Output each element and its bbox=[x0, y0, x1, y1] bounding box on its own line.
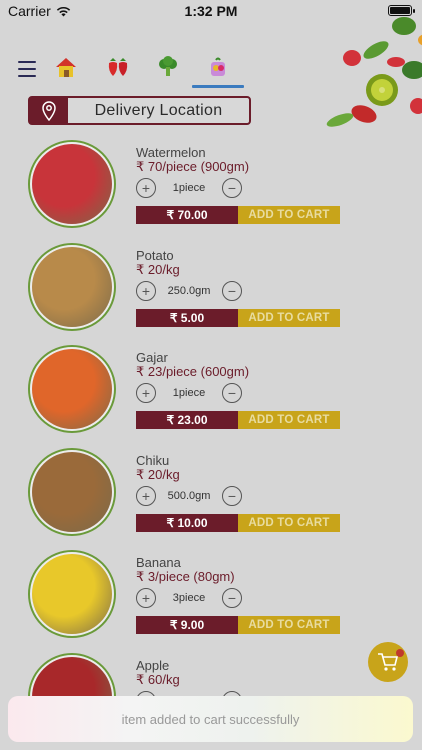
add-to-cart-button[interactable]: ADD TO CART bbox=[238, 616, 340, 634]
increase-qty-button[interactable]: + bbox=[136, 178, 156, 198]
product-image bbox=[28, 448, 116, 536]
product-name: Banana bbox=[136, 555, 181, 570]
product-total: ₹ 10.00 bbox=[136, 514, 238, 532]
product-name: Watermelon bbox=[136, 145, 206, 160]
increase-qty-button[interactable]: + bbox=[136, 486, 156, 506]
product-price: ₹ 23/piece (600gm) bbox=[136, 364, 250, 379]
quantity-stepper: +3piece − bbox=[136, 588, 242, 608]
delivery-location-label: Delivery Location bbox=[94, 101, 223, 119]
quantity-stepper: +500.0gm − bbox=[136, 486, 242, 506]
quantity-stepper: +250.0gm − bbox=[136, 281, 242, 301]
location-pin-icon bbox=[30, 98, 68, 123]
menu-icon[interactable] bbox=[18, 61, 36, 77]
home-icon bbox=[56, 58, 76, 77]
increase-qty-button[interactable]: + bbox=[136, 588, 156, 608]
decrease-qty-button[interactable]: − bbox=[222, 588, 242, 608]
decrease-qty-button[interactable]: − bbox=[222, 281, 242, 301]
add-to-cart-button[interactable]: ADD TO CART bbox=[238, 411, 340, 429]
quantity-stepper: +1piece − bbox=[136, 383, 242, 403]
product-price: ₹ 20/kg bbox=[136, 262, 180, 277]
decrease-qty-button[interactable]: − bbox=[222, 486, 242, 506]
cart-button[interactable] bbox=[368, 642, 408, 682]
quantity-value: 1piece bbox=[172, 387, 206, 399]
tab-fruits[interactable] bbox=[100, 52, 136, 82]
product-item: Potato ₹ 20/kg +250.0gm − ₹ 5.00 ADD TO CART bbox=[0, 243, 422, 343]
quantity-stepper: +1piece − bbox=[136, 178, 242, 198]
decrease-qty-button[interactable]: − bbox=[222, 383, 242, 403]
product-image bbox=[28, 550, 116, 638]
increase-qty-button[interactable]: + bbox=[136, 383, 156, 403]
cart-row: ₹ 9.00 ADD TO CART bbox=[136, 616, 340, 634]
product-total: ₹ 5.00 bbox=[136, 309, 238, 327]
produce-bag-icon bbox=[211, 57, 225, 76]
product-name: Chiku bbox=[136, 453, 170, 468]
vegetables-decoration bbox=[326, 17, 422, 127]
product-name: Apple bbox=[136, 658, 170, 673]
cart-row: ₹ 23.00 ADD TO CART bbox=[136, 411, 340, 429]
quantity-value: 3piece bbox=[172, 592, 206, 604]
delivery-location-button[interactable]: Delivery Location bbox=[28, 96, 251, 125]
product-name: Gajar bbox=[136, 350, 168, 365]
product-total: ₹ 23.00 bbox=[136, 411, 238, 429]
product-total: ₹ 70.00 bbox=[136, 206, 238, 224]
add-to-cart-button[interactable]: ADD TO CART bbox=[238, 309, 340, 327]
cart-row: ₹ 70.00 ADD TO CART bbox=[136, 206, 340, 224]
quantity-value: 250.0gm bbox=[167, 285, 211, 297]
product-total: ₹ 9.00 bbox=[136, 616, 238, 634]
category-nav bbox=[0, 52, 300, 92]
product-image bbox=[28, 140, 116, 228]
toast-message: item added to cart successfully bbox=[8, 696, 413, 742]
decrease-qty-button[interactable]: − bbox=[222, 178, 242, 198]
broccoli-icon bbox=[159, 56, 177, 76]
tab-special[interactable] bbox=[192, 52, 244, 88]
add-to-cart-button[interactable]: ADD TO CART bbox=[238, 206, 340, 224]
increase-qty-button[interactable]: + bbox=[136, 281, 156, 301]
cart-badge bbox=[396, 649, 404, 657]
product-price: ₹ 20/kg bbox=[136, 467, 180, 482]
quantity-value: 500.0gm bbox=[167, 490, 211, 502]
add-to-cart-button[interactable]: ADD TO CART bbox=[238, 514, 340, 532]
product-item: Watermelon ₹ 70/piece (900gm) +1piece − ₹ 70… bbox=[0, 140, 422, 240]
cart-row: ₹ 5.00 ADD TO CART bbox=[136, 309, 340, 327]
tab-vegetables[interactable] bbox=[150, 52, 186, 82]
cart-row: ₹ 10.00 ADD TO CART bbox=[136, 514, 340, 532]
tab-home[interactable] bbox=[48, 52, 84, 82]
product-item: Gajar ₹ 23/piece (600gm) +1piece − ₹ 23.00 AD… bbox=[0, 345, 422, 445]
product-price: ₹ 3/piece (80gm) bbox=[136, 569, 235, 584]
product-price: ₹ 70/piece (900gm) bbox=[136, 159, 250, 174]
quantity-value: 1piece bbox=[172, 182, 206, 194]
product-image bbox=[28, 345, 116, 433]
product-price: ₹ 60/kg bbox=[136, 672, 180, 687]
strawberry-icon bbox=[108, 58, 128, 76]
product-image bbox=[28, 243, 116, 331]
product-item: Banana ₹ 3/piece (80gm) +3piece − ₹ 9.00 ADD … bbox=[0, 550, 422, 650]
product-name: Potato bbox=[136, 248, 174, 263]
product-item: Chiku ₹ 20/kg +500.0gm − ₹ 10.00 ADD TO CART bbox=[0, 448, 422, 548]
